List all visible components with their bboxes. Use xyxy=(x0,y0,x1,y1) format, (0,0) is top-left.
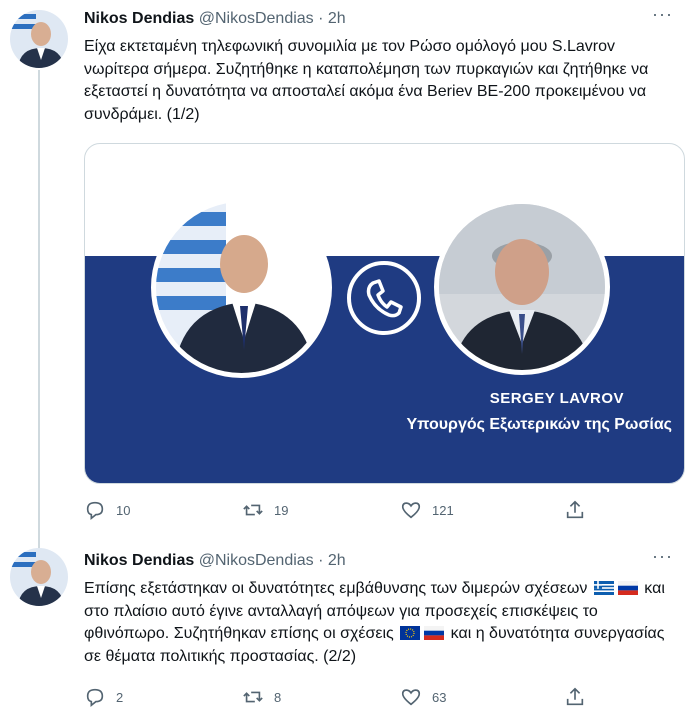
reply-count: 2 xyxy=(116,689,124,705)
author-name[interactable]: Nikos Dendias xyxy=(84,552,194,569)
phone-icon xyxy=(347,261,421,335)
author-handle[interactable]: @NikosDendias xyxy=(199,10,314,27)
tweet-text-part: Επίσης εξετάστηκαν οι δυνατότητες εμβάθυ… xyxy=(84,580,588,597)
card-caption-name: SERGEY LAVROV xyxy=(489,390,624,407)
avatar[interactable] xyxy=(10,548,68,606)
avatar[interactable] xyxy=(10,10,68,68)
tweet-text: Είχα εκτεταμένη τηλεφωνική συνομιλία με … xyxy=(84,38,649,123)
reply-icon xyxy=(86,688,104,707)
heart-icon xyxy=(401,502,421,519)
like-button[interactable]: 63 xyxy=(400,686,446,708)
reply-icon xyxy=(86,501,104,520)
reply-button[interactable]: 10 xyxy=(84,499,130,521)
russia-flag-icon xyxy=(617,580,638,595)
greece-flag-icon xyxy=(593,580,614,595)
tweet-actions: 10 19 121 xyxy=(84,499,604,523)
thread-connector xyxy=(38,70,40,552)
retweet-button[interactable]: 19 xyxy=(242,499,288,521)
retweet-icon xyxy=(243,504,263,516)
reply-count: 10 xyxy=(116,502,131,518)
tweet-actions: 2 8 63 xyxy=(84,686,604,710)
retweet-count: 19 xyxy=(274,502,289,518)
author-name[interactable]: Nikos Dendias xyxy=(84,10,194,27)
more-icon[interactable]: ··· xyxy=(652,546,673,567)
share-icon xyxy=(566,500,584,519)
heart-icon xyxy=(401,689,421,706)
retweet-icon xyxy=(243,691,263,703)
russia-flag-icon xyxy=(424,625,445,640)
tweet-time[interactable]: · 2h xyxy=(318,552,346,569)
tweet-time[interactable]: · 2h xyxy=(318,10,346,27)
tweet-header: Nikos Dendias @NikosDendias · 2h xyxy=(84,552,346,570)
reply-button[interactable]: 2 xyxy=(84,686,123,708)
share-icon xyxy=(566,687,584,706)
card-caption-role: Υπουργός Εξωτερικών της Ρωσίας xyxy=(406,416,672,433)
retweet-button[interactable]: 8 xyxy=(242,686,281,708)
author-handle[interactable]: @NikosDendias xyxy=(199,552,314,569)
like-count: 121 xyxy=(432,502,454,518)
portrait-lavrov xyxy=(434,199,610,375)
eu-flag-icon xyxy=(400,625,421,640)
share-button[interactable] xyxy=(564,686,586,708)
more-icon[interactable]: ··· xyxy=(652,4,673,25)
retweet-count: 8 xyxy=(274,689,282,705)
tweet-header: Nikos Dendias @NikosDendias · 2h xyxy=(84,10,346,28)
like-button[interactable]: 121 xyxy=(400,499,454,521)
portrait-dendias xyxy=(151,197,332,378)
like-count: 63 xyxy=(432,689,447,705)
tweet-text: Επίσης εξετάστηκαν οι δυνατότητες εμβάθυ… xyxy=(84,578,684,668)
share-button[interactable] xyxy=(564,499,586,521)
tweet-image-card[interactable]: SERGEY LAVROV Υπουργός Εξωτερικών της Ρω… xyxy=(84,143,685,484)
